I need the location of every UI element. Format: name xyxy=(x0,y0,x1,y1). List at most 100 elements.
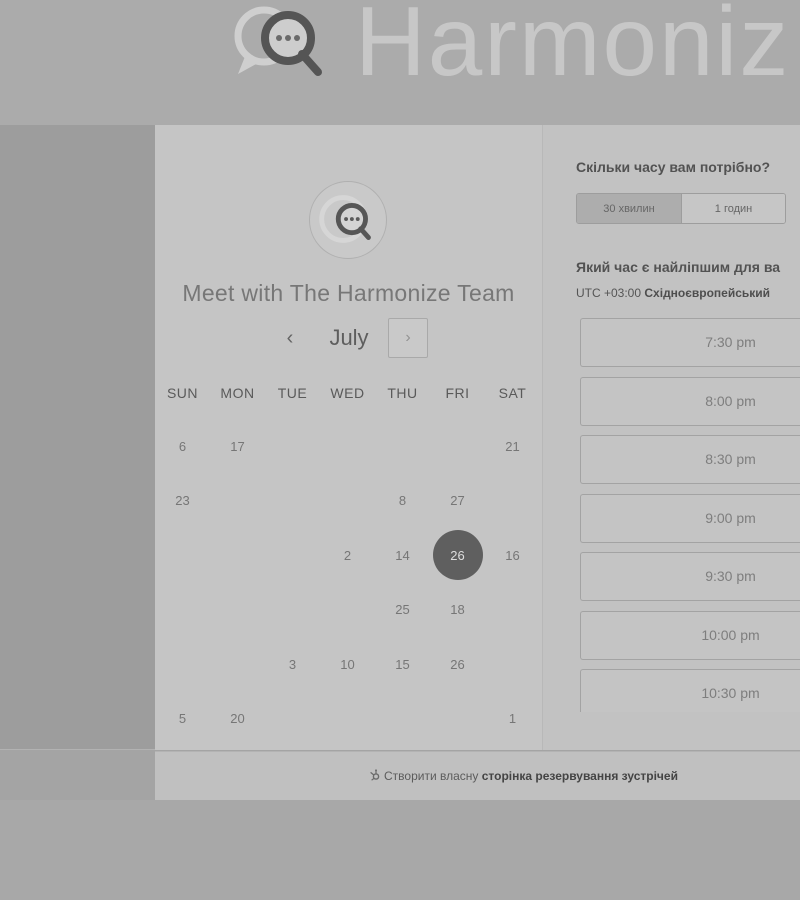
calendar-day-number: 3 xyxy=(288,656,297,672)
calendar-empty-cell xyxy=(265,419,320,474)
calendar-day-number: 18 xyxy=(450,602,465,618)
timezone-name: Східноєвропейський xyxy=(644,286,771,300)
calendar-empty-cell xyxy=(155,583,210,638)
harmonize-logo-icon xyxy=(319,195,371,243)
calendar-day[interactable]: 18 xyxy=(430,583,485,638)
calendar-empty-cell xyxy=(485,637,540,692)
calendar-day-number: 8 xyxy=(398,493,407,509)
calendar-day-number: 5 xyxy=(178,711,187,727)
calendar-day-selected[interactable]: 26 xyxy=(430,528,485,583)
calendar-day[interactable]: 23 xyxy=(155,474,210,529)
calendar-empty-cell xyxy=(375,692,430,747)
calendar-day[interactable]: 8 xyxy=(375,474,430,529)
calendar-day[interactable]: 2 xyxy=(320,528,375,583)
calendar-day-number: 25 xyxy=(395,602,410,618)
calendar-day[interactable]: 6 xyxy=(155,419,210,474)
time-slot-button[interactable]: 9:30 pm xyxy=(580,552,800,601)
hubspot-sprocket-icon xyxy=(370,769,380,781)
page-title: Meet with The Harmonize Team xyxy=(182,280,515,306)
timezone-label[interactable]: UTC +03:00 Східноєвропейський xyxy=(576,286,800,301)
calendar-empty-cell xyxy=(265,692,320,747)
time-question: Який час є найліпшим для ва xyxy=(576,259,781,275)
calendar-empty-cell xyxy=(265,583,320,638)
weekday-label: SAT xyxy=(498,385,527,401)
time-slot-button[interactable]: 7:30 pm xyxy=(580,318,800,367)
time-slot-button[interactable]: 10:00 pm xyxy=(580,610,800,660)
calendar-empty-cell xyxy=(155,528,210,583)
month-label: July xyxy=(329,325,369,350)
calendar-day[interactable]: 16 xyxy=(485,528,540,583)
calendar-day[interactable]: 10 xyxy=(320,637,375,692)
time-slot-button[interactable]: 10:30 pm xyxy=(580,669,800,712)
calendar-day[interactable]: 27 xyxy=(430,474,485,529)
calendar-empty-cell xyxy=(210,528,265,583)
calendar-empty-cell xyxy=(320,692,375,747)
calendar-day[interactable]: 14 xyxy=(375,528,430,583)
next-month-button[interactable]: › xyxy=(388,318,428,358)
duration-option-1h[interactable]: 1 годин xyxy=(681,194,785,223)
calendar-empty-cell xyxy=(265,528,320,583)
time-slot-button[interactable]: 8:00 pm xyxy=(580,376,800,426)
calendar-empty-cell xyxy=(155,637,210,692)
calendar-empty-cell xyxy=(210,474,265,529)
calendar-empty-cell xyxy=(265,474,320,529)
calendar-day-number: 15 xyxy=(395,656,410,672)
harmonize-logo-icon[interactable] xyxy=(234,0,324,80)
calendar-day-number: 20 xyxy=(230,711,245,727)
calendar-empty-cell xyxy=(320,474,375,529)
calendar-day[interactable]: 5 xyxy=(155,692,210,747)
calendar-day-number: 27 xyxy=(450,493,465,509)
weekday-label: SUN xyxy=(166,385,199,401)
duration-toggle: 30 хвилин 1 годин xyxy=(576,193,786,224)
weekday-header-row: SUN MON TUE WED THU FRI SAT xyxy=(155,382,540,404)
avatar xyxy=(309,181,387,259)
brand-logo-text: Harmoniz xyxy=(355,0,791,96)
calendar-empty-cell xyxy=(320,419,375,474)
calendar-day[interactable]: 3 xyxy=(265,637,320,692)
calendar-day-number: 2 xyxy=(343,547,352,563)
calendar-day-number: 17 xyxy=(230,438,245,454)
create-booking-page-link[interactable]: сторінка резервування зустрічей xyxy=(482,769,678,783)
calendar-empty-cell xyxy=(430,419,485,474)
time-slot-button[interactable]: 9:00 pm xyxy=(580,493,800,543)
time-slot-list[interactable]: 7:30 pm 8:00 pm 8:30 pm 9:00 pm 9:30 pm 10:00… xyxy=(580,318,800,712)
calendar-day-number: 6 xyxy=(178,438,187,454)
calendar-day[interactable]: 1 xyxy=(485,692,540,747)
calendar-day[interactable]: 21 xyxy=(485,419,540,474)
time-slot-button[interactable]: 8:30 pm xyxy=(580,435,800,484)
booking-footer: Створити власну сторінка резервування зу… xyxy=(155,751,800,800)
footer-prefix-text: Створити власну xyxy=(384,769,479,783)
calendar-empty-cell xyxy=(485,474,540,529)
weekday-label: MON xyxy=(220,385,255,401)
calendar-day[interactable]: 20 xyxy=(210,692,265,747)
calendar-day-number: 10 xyxy=(340,656,355,672)
calendar-empty-cell xyxy=(320,583,375,638)
calendar-empty-cell xyxy=(210,583,265,638)
duration-option-30min[interactable]: 30 хвилин xyxy=(577,194,681,223)
weekday-label: TUE xyxy=(277,385,308,401)
calendar-panel: Meet with The Harmonize Team ‹ July › SU… xyxy=(155,125,542,750)
page-header: Harmoniz xyxy=(0,0,800,125)
calendar-day-number: 26 xyxy=(450,656,465,672)
calendar-day-number: 14 xyxy=(395,547,410,563)
chevron-right-icon: › xyxy=(405,329,411,346)
calendar-day[interactable]: 25 xyxy=(375,583,430,638)
calendar-day-number: 26 xyxy=(450,547,465,563)
weekday-label: WED xyxy=(330,385,365,401)
calendar-day[interactable]: 26 xyxy=(430,637,485,692)
page-side-background xyxy=(0,125,155,750)
calendar-day[interactable]: 17 xyxy=(210,419,265,474)
booking-card: Meet with The Harmonize Team ‹ July › SU… xyxy=(155,125,800,750)
chevron-left-icon[interactable]: ‹ xyxy=(280,324,300,352)
calendar-day-number: 21 xyxy=(505,438,520,454)
calendar-day-number: 1 xyxy=(508,711,517,727)
time-selection-panel: Скільки часу вам потрібно? 30 хвилин 1 г… xyxy=(542,125,800,750)
duration-question: Скільки часу вам потрібно? xyxy=(576,159,771,175)
calendar-empty-cell xyxy=(210,637,265,692)
calendar-empty-cell xyxy=(485,583,540,638)
calendar-empty-cell xyxy=(375,419,430,474)
calendar-day[interactable]: 15 xyxy=(375,637,430,692)
calendar-empty-cell xyxy=(430,692,485,747)
timezone-offset: UTC +03:00 xyxy=(576,286,642,300)
calendar-day-number: 23 xyxy=(175,493,190,509)
